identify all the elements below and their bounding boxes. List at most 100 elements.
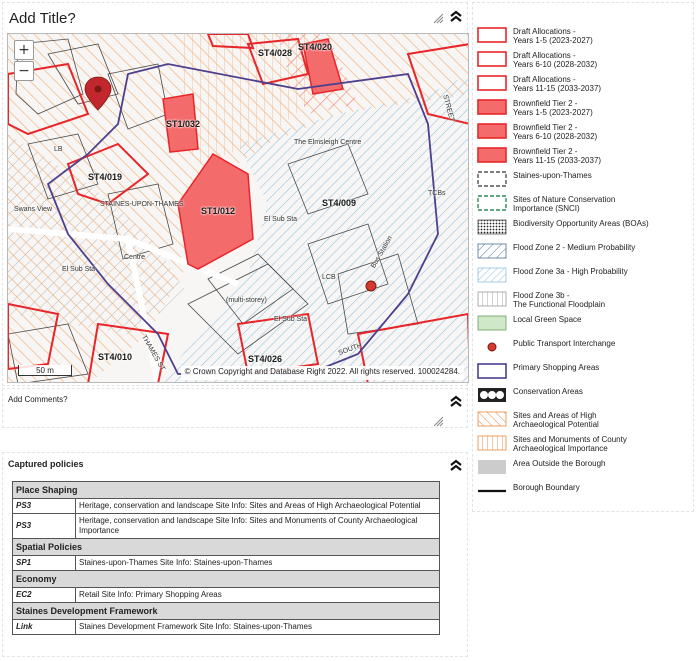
place-label: Swans View — [14, 206, 53, 213]
legend-swatch — [477, 411, 507, 427]
legend-swatch — [477, 51, 507, 67]
legend-label: Area Outside the Borough — [513, 459, 606, 468]
map-panel: ST4/028 ST4/020 ST1/032 ST4/019 ST1/012 … — [2, 2, 469, 386]
legend-item: Draft Allocations - Years 6-10 (2028-203… — [477, 49, 691, 71]
legend-item: Brownfield Tier 2 - Years 1-5 (2023-2027… — [477, 97, 691, 119]
collapse-chevron-icon[interactable] — [449, 10, 463, 22]
place-label: El Sub Sta — [274, 316, 308, 323]
collapse-chevron-icon[interactable] — [449, 395, 463, 407]
site-label[interactable]: ST4/020 — [298, 42, 332, 52]
legend-label: Conservation Areas — [513, 387, 583, 396]
map-canvas — [8, 34, 468, 382]
legend-label: Brownfield Tier 2 - Years 1-5 (2023-2027… — [513, 99, 593, 117]
legend-swatch — [477, 363, 507, 379]
legend-panel: Draft Allocations - Years 1-5 (2023-2027… — [472, 2, 694, 512]
policy-group-row: Staines Development Framework — [12, 602, 440, 620]
legend-label: Biodiversity Opportunity Areas (BOAs) — [513, 219, 649, 228]
map-viewport[interactable]: ST4/028 ST4/020 ST1/032 ST4/019 ST1/012 … — [7, 33, 469, 383]
legend-item: Borough Boundary — [477, 481, 691, 503]
legend-item: Brownfield Tier 2 - Years 6-10 (2028-203… — [477, 121, 691, 143]
site-label[interactable]: ST4/026 — [248, 354, 282, 364]
site-label[interactable]: ST4/010 — [98, 352, 132, 362]
place-label: STAINES-UPON-THAMES — [100, 201, 184, 208]
table-row: EC2 Retail Site Info: Primary Shopping A… — [12, 587, 440, 603]
legend-swatch — [477, 99, 507, 115]
legend-label: Sites and Areas of High Archaeological P… — [513, 411, 599, 429]
legend-label: Draft Allocations - Years 11-15 (2033-20… — [513, 75, 602, 93]
site-label[interactable]: ST1/012 — [201, 206, 235, 216]
legend-label: Draft Allocations - Years 6-10 (2028-203… — [513, 51, 598, 69]
legend-item: Public Transport Interchange — [477, 337, 691, 359]
zoom-in-button[interactable]: + — [14, 40, 34, 60]
place-label: El Sub Sta — [264, 216, 298, 223]
legend-item: Area Outside the Borough — [477, 457, 691, 479]
table-row: Link Staines Development Framework Site … — [12, 619, 440, 635]
legend-label: Brownfield Tier 2 - Years 11-15 (2033-20… — [513, 147, 602, 165]
place-label: The Elmsleigh Centre — [294, 139, 362, 146]
policy-text: Heritage, conservation and landscape Sit… — [75, 513, 440, 539]
zoom-out-button[interactable]: − — [14, 61, 34, 81]
policy-group-row: Spatial Policies — [12, 538, 440, 556]
map-title-input[interactable] — [9, 7, 419, 29]
legend-swatch — [477, 315, 507, 331]
legend-swatch — [477, 219, 507, 235]
transport-dot-icon — [487, 342, 497, 352]
policies-table: Place Shaping PS3 Heritage, conservation… — [12, 481, 440, 635]
legend-swatch — [477, 243, 507, 259]
place-label: Centre — [124, 254, 146, 261]
legend-label: Draft Allocations - Years 1-5 (2023-2027… — [513, 27, 593, 45]
policy-text: Retail Site Info: Primary Shopping Areas — [75, 587, 440, 603]
legend-item: Staines-upon-Thames — [477, 169, 691, 191]
legend-label: Borough Boundary — [513, 483, 580, 492]
site-label[interactable]: ST4/019 — [88, 172, 122, 182]
legend-item: Draft Allocations - Years 1-5 (2023-2027… — [477, 25, 691, 47]
legend-swatch — [477, 123, 507, 139]
legend-label: Sites and Monuments of County Archaeolog… — [513, 435, 627, 453]
policy-text: Staines-upon-Thames Site Info: Staines-u… — [75, 555, 440, 571]
legend-label: Primary Shopping Areas — [513, 363, 600, 372]
policy-code: SP1 — [12, 555, 76, 571]
scale-bar: 50 m — [18, 365, 72, 376]
legend-label: Local Green Space — [513, 315, 582, 324]
site-label[interactable]: ST1/032 — [166, 119, 200, 129]
policy-code: PS3 — [12, 513, 76, 539]
legend-label: Flood Zone 2 - Medium Probability — [513, 243, 636, 252]
legend-swatch — [478, 460, 506, 474]
policies-heading: Captured policies — [8, 459, 84, 469]
legend-item: Flood Zone 3b - The Functional Floodplai… — [477, 289, 691, 311]
comments-input[interactable]: Add Comments? — [8, 395, 68, 404]
policy-group-name: Staines Development Framework — [12, 602, 440, 620]
policy-code[interactable]: Link — [12, 619, 76, 635]
resize-handle-icon[interactable] — [433, 13, 444, 24]
legend-item: Sites of Nature Conservation Importance … — [477, 193, 691, 215]
legend-item: Biodiversity Opportunity Areas (BOAs) — [477, 217, 691, 239]
policy-text: Heritage, conservation and landscape Sit… — [75, 498, 440, 514]
legend-item: Draft Allocations - Years 11-15 (2033-20… — [477, 73, 691, 95]
resize-handle-icon[interactable] — [433, 416, 444, 427]
legend-item: Local Green Space — [477, 313, 691, 335]
legend-swatch — [477, 435, 507, 451]
site-label[interactable]: ST4/009 — [322, 198, 356, 208]
table-row: PS3 Heritage, conservation and landscape… — [12, 498, 440, 514]
policy-group-row: Place Shaping — [12, 481, 440, 499]
place-label: TCBs — [428, 190, 446, 197]
legend-swatch — [478, 388, 506, 402]
policy-group-name: Place Shaping — [12, 481, 440, 499]
collapse-chevron-icon[interactable] — [449, 459, 463, 471]
legend-item: Sites and Areas of High Archaeological P… — [477, 409, 691, 431]
policies-panel: Captured policies Place Shaping PS3 Heri… — [2, 452, 468, 657]
legend-item: Brownfield Tier 2 - Years 11-15 (2033-20… — [477, 145, 691, 167]
legend-swatch — [477, 267, 507, 283]
policy-code: PS3 — [12, 498, 76, 514]
legend-item: Sites and Monuments of County Archaeolog… — [477, 433, 691, 455]
legend-item: Primary Shopping Areas — [477, 361, 691, 383]
map-attribution: © Crown Copyright and Database Right 202… — [180, 366, 464, 380]
site-label[interactable]: ST4/028 — [258, 48, 292, 58]
legend-label: Flood Zone 3a - High Probability — [513, 267, 628, 276]
table-row: SP1 Staines-upon-Thames Site Info: Stain… — [12, 555, 440, 571]
legend-item: Flood Zone 3a - High Probability — [477, 265, 691, 287]
policy-group-name: Economy — [12, 570, 440, 588]
place-label: LCB — [322, 274, 336, 281]
legend-label: Sites of Nature Conservation Importance … — [513, 195, 616, 213]
legend-label: Flood Zone 3b - The Functional Floodplai… — [513, 291, 606, 309]
